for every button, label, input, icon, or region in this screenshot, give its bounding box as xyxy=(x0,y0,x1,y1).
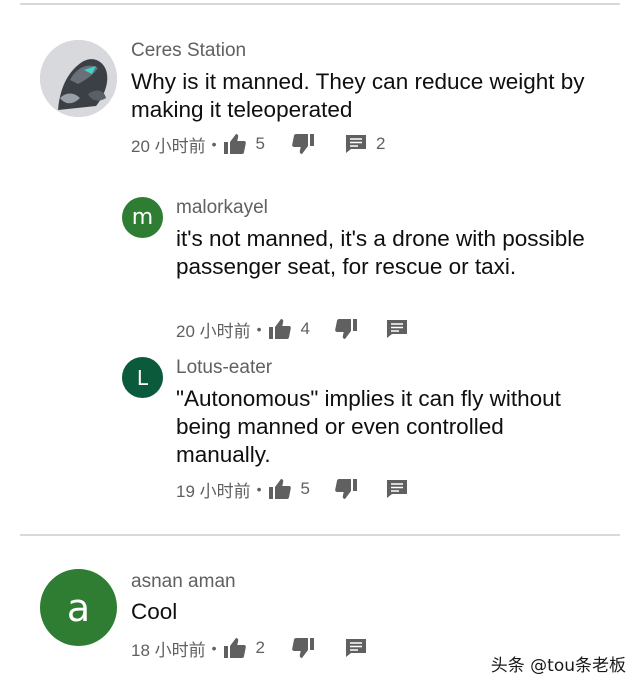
avatar-letter: L xyxy=(136,365,149,390)
comment-text: Cool xyxy=(131,599,178,624)
reply-icon[interactable] xyxy=(386,479,408,499)
reply-actions: 20 小时前 • 4 xyxy=(176,316,408,342)
comment-actions: 20 小时前 • 5 2 xyxy=(131,131,385,157)
thumbs-up-icon[interactable] xyxy=(223,133,247,155)
like-count: 2 xyxy=(255,638,266,657)
meta-separator: • xyxy=(211,136,217,152)
top-divider xyxy=(20,3,620,5)
comment-author[interactable]: asnan aman xyxy=(131,571,236,593)
avatar-image xyxy=(40,40,117,117)
like-count: 5 xyxy=(255,134,266,153)
reply-text: it's not manned, it's a drone with possi… xyxy=(176,226,585,279)
avatar[interactable]: a xyxy=(40,569,117,646)
thumbs-down-icon[interactable] xyxy=(291,637,315,659)
avatar[interactable]: m xyxy=(122,197,163,238)
reply-timestamp: 19 小时前 xyxy=(176,481,251,501)
thumbs-down-icon[interactable] xyxy=(334,318,358,340)
avatar-letter: m xyxy=(131,205,154,230)
reply-author[interactable]: malorkayel xyxy=(176,197,268,219)
avatar[interactable] xyxy=(40,40,117,117)
comment-text: Why is it manned. They can reduce weight… xyxy=(131,69,585,122)
reply-actions: 19 小时前 • 5 xyxy=(176,476,408,502)
reply-icon[interactable] xyxy=(345,638,367,658)
reply-text: "Autonomous" implies it can fly without … xyxy=(176,386,561,467)
like-count: 5 xyxy=(300,479,311,498)
comment-timestamp: 20 小时前 xyxy=(131,136,206,156)
meta-separator: • xyxy=(256,321,262,337)
comment-actions: 18 小时前 • 2 xyxy=(131,635,367,661)
reply-icon[interactable] xyxy=(345,134,367,154)
reply-icon[interactable] xyxy=(386,319,408,339)
avatar-letter: a xyxy=(66,585,91,630)
thumbs-up-icon[interactable] xyxy=(223,637,247,659)
thumbs-up-icon[interactable] xyxy=(268,318,292,340)
comment-author[interactable]: Ceres Station xyxy=(131,40,246,62)
watermark: 头条 @tou条老板 xyxy=(490,656,626,676)
thumbs-up-icon[interactable] xyxy=(268,478,292,500)
reply-author[interactable]: Lotus-eater xyxy=(176,357,272,379)
meta-separator: • xyxy=(256,481,262,497)
reply-count[interactable]: 2 xyxy=(376,134,385,154)
reply-timestamp: 20 小时前 xyxy=(176,321,251,341)
thumbs-down-icon[interactable] xyxy=(334,478,358,500)
like-count: 4 xyxy=(300,319,311,338)
comment-timestamp: 18 小时前 xyxy=(131,640,206,660)
meta-separator: • xyxy=(211,640,217,656)
comment-divider xyxy=(20,534,620,536)
thumbs-down-icon[interactable] xyxy=(291,133,315,155)
avatar[interactable]: L xyxy=(122,357,163,398)
